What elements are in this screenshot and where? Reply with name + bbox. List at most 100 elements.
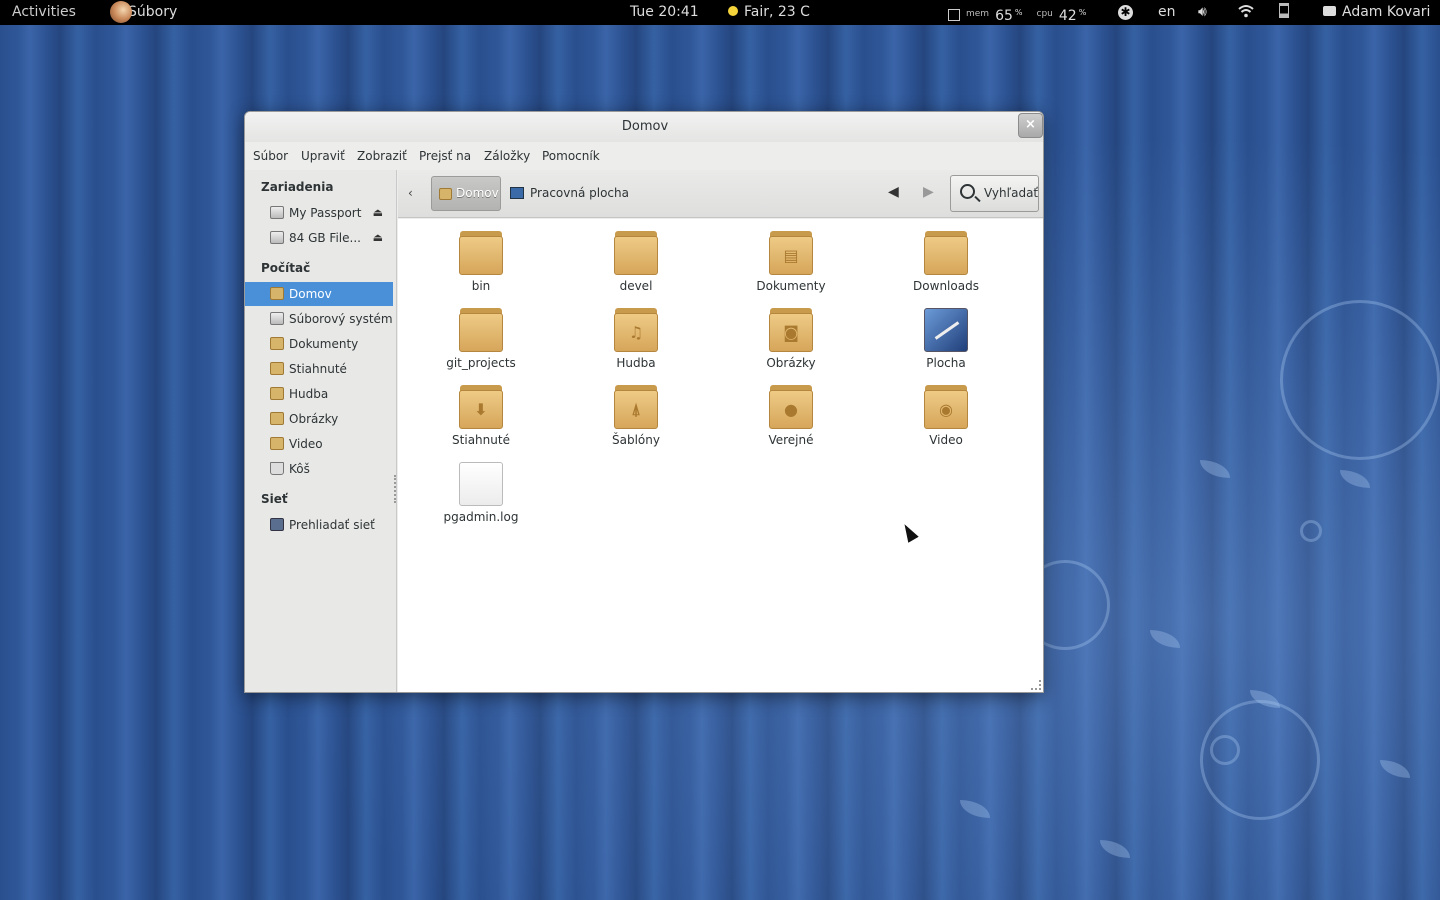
sidebar-item-browse-network[interactable]: Prehliadať sieť [245,513,393,537]
video-folder-icon [270,437,284,450]
sidebar-item-label: Súborový systém [289,312,393,326]
file-label: Video [929,433,963,447]
breadcrumb-label: Pracovná plocha [530,186,629,200]
sidebar-item-label: Domov [289,287,332,301]
keyboard-layout[interactable]: en [1158,0,1176,25]
window-resize-grip[interactable] [1031,680,1041,690]
clock[interactable]: Tue 20:41 [630,0,699,25]
weather-label: Fair, 23 C [744,4,810,20]
sidebar-item-label: Kôš [289,462,310,476]
top-panel: Activities Súbory Tue 20:41 Fair, 23 C m… [0,0,1440,25]
file-item-video[interactable]: ◉ Video [896,385,996,447]
sidebar-heading-computer: Počítač [261,261,311,275]
back-arrow-icon[interactable]: ◀ [888,184,899,200]
user-name: Adam Kovari [1342,4,1431,20]
app-menu-button[interactable]: Súbory [106,0,196,25]
file-item-pgadmin-log[interactable]: pgadmin.log [431,462,531,524]
file-label: Dokumenty [756,279,826,293]
path-scroll-left-icon[interactable]: ‹ [408,186,413,200]
sidebar-item-downloads[interactable]: Stiahnuté [245,357,393,381]
system-monitor[interactable]: mem 65% cpu 42% [948,0,1100,25]
search-button[interactable]: Vyhľadať [950,175,1039,212]
search-label: Vyhľadať [984,186,1039,200]
sidebar-item-home[interactable]: Domov [245,282,393,306]
sidebar-item-label: Obrázky [289,412,339,426]
sidebar-heading-devices: Zariadenia [261,180,334,194]
file-item-hudba[interactable]: ♫ Hudba [586,308,686,370]
pictures-folder-icon [270,412,284,425]
volume-menu[interactable]: 🔊︎ [1198,0,1207,25]
file-label: Downloads [913,279,979,293]
power-menu[interactable] [1279,0,1289,25]
file-item-obrazky[interactable]: ◙ Obrázky [741,308,841,370]
sidebar-item-label: Prehliadať sieť [289,518,375,532]
sidebar-item-84gb-volume[interactable]: 84 GB File... ⏏ [245,226,393,250]
menu-edit[interactable]: Upraviť [301,149,345,163]
file-item-dokumenty[interactable]: ▤ Dokumenty [741,231,841,293]
accessibility-menu[interactable]: ✱ [1118,0,1133,25]
folder-icon [459,308,503,352]
window-titlebar[interactable]: Domov × [245,112,1043,142]
public-folder-icon: ● [769,385,813,429]
accessibility-icon: ✱ [1118,5,1133,20]
sidebar-item-music[interactable]: Hudba [245,382,393,406]
sidebar-resize-handle[interactable] [394,475,397,503]
music-folder-icon [270,387,284,400]
folder-icon [459,231,503,275]
file-label: Verejné [768,433,814,447]
sidebar-item-label: Dokumenty [289,337,359,351]
cpu-value: 42 [1058,8,1077,24]
close-button[interactable]: × [1018,113,1043,138]
sidebar-item-label: My Passport [289,206,362,220]
sidebar-item-label: Video [289,437,323,451]
file-item-downloads[interactable]: Downloads [896,231,996,293]
sidebar-heading-network: Sieť [261,492,288,506]
sidebar-item-label: Stiahnuté [289,362,347,376]
folder-icon [614,231,658,275]
file-item-plocha[interactable]: Plocha [896,308,996,370]
pictures-folder-icon: ◙ [769,308,813,352]
menu-file[interactable]: Súbor [253,149,288,163]
breadcrumb-desktop[interactable]: Pracovná plocha [510,176,629,211]
video-folder-icon: ◉ [924,385,968,429]
activities-button[interactable]: Activities [12,0,76,25]
menu-go[interactable]: Prejsť na [419,149,471,163]
file-item-stiahnute[interactable]: ⬇ Stiahnuté [431,385,531,447]
file-view[interactable]: bin devel ▤ Dokumenty Downloads git_proj… [398,219,1043,692]
eject-icon[interactable]: ⏏ [373,201,383,225]
eject-icon[interactable]: ⏏ [373,226,383,250]
search-icon [960,184,975,199]
app-menu-label: Súbory [128,4,178,20]
menu-help[interactable]: Pomocník [542,149,600,163]
menu-bar: Súbor Upraviť Zobraziť Prejsť na Záložky… [245,142,1043,170]
folder-icon [270,337,284,350]
system-monitor-icon [948,9,960,21]
file-item-sablony[interactable]: ⍋ Šablóny [586,385,686,447]
home-folder-icon [439,188,452,200]
sidebar-item-filesystem[interactable]: Súborový systém [245,307,393,331]
menu-bookmarks[interactable]: Záložky [484,149,530,163]
forward-arrow-icon[interactable]: ▶ [923,184,934,200]
download-folder-icon [270,362,284,375]
weather-indicator[interactable]: Fair, 23 C [728,0,810,25]
file-item-verejne[interactable]: ● Verejné [741,385,841,447]
sidebar-item-pictures[interactable]: Obrázky [245,407,393,431]
file-label: bin [471,279,491,293]
file-item-devel[interactable]: devel [586,231,686,293]
sidebar-item-label: Hudba [289,387,329,401]
breadcrumb-home[interactable]: Domov [431,176,501,211]
file-label: Stiahnuté [452,433,510,447]
menu-view[interactable]: Zobraziť [357,149,407,163]
file-label: devel [619,279,653,293]
desktop-icon [924,308,968,352]
sidebar-item-video[interactable]: Video [245,432,393,456]
text-file-icon [459,462,503,506]
network-menu[interactable] [1238,0,1254,25]
file-item-bin[interactable]: bin [431,231,531,293]
user-menu[interactable]: Adam Kovari [1323,0,1430,25]
sidebar-item-documents[interactable]: Dokumenty [245,332,393,356]
sidebar-item-my-passport[interactable]: My Passport ⏏ [245,201,393,225]
breadcrumb-label: Domov [456,186,499,200]
file-item-git-projects[interactable]: git_projects [431,308,531,370]
sidebar-item-trash[interactable]: Kôš [245,457,393,481]
